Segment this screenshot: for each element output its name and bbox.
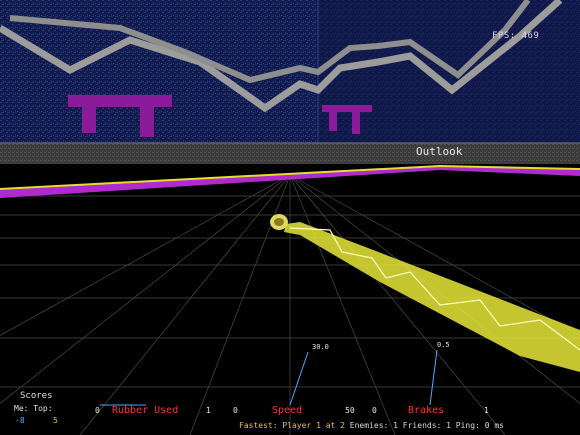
rubber-gauge-label: Rubber Used [112,405,179,416]
fps-counter: FPS: 469 [492,31,540,41]
brakes-gauge-max: 1 [484,406,489,415]
scores-title: Scores [20,391,53,401]
speed-gauge-label: Speed [272,405,303,416]
scores-me-label: Me: [14,404,29,413]
enemies-count: Enemies: 1 [349,421,398,430]
rubber-gauge-max: 1 [206,406,211,415]
speed-gauge-value: 30.0 [312,343,329,351]
brakes-gauge-value: 0.5 [437,341,450,349]
game-viewport[interactable]: FPS: 469 Outlook Scores Me: Top: -8 5 0 … [0,0,580,435]
ping-readout: Ping: 0 ms [455,421,504,430]
brakes-gauge-label: Brakes [408,405,445,416]
speed-gauge-max: 50 [345,406,355,415]
wall-base-band [0,143,580,164]
scores-labels: Me: Top: [14,404,53,413]
arena-scene [0,0,580,435]
scores-top-label: Top: [33,404,53,413]
brakes-gauge-min: 0 [372,406,377,415]
status-bar: Fastest: Player 1 at 2 Enemies: 1 Friend… [239,421,504,430]
top-score: 5 [53,416,58,425]
zone-label: Outlook [416,145,463,158]
rubber-gauge-min: 0 [95,406,100,415]
player-score: -8 [15,416,25,425]
friends-count: Friends: 1 [402,421,451,430]
fastest-player: Fastest: Player 1 at 2 [239,421,345,430]
speed-gauge-min: 0 [233,406,238,415]
